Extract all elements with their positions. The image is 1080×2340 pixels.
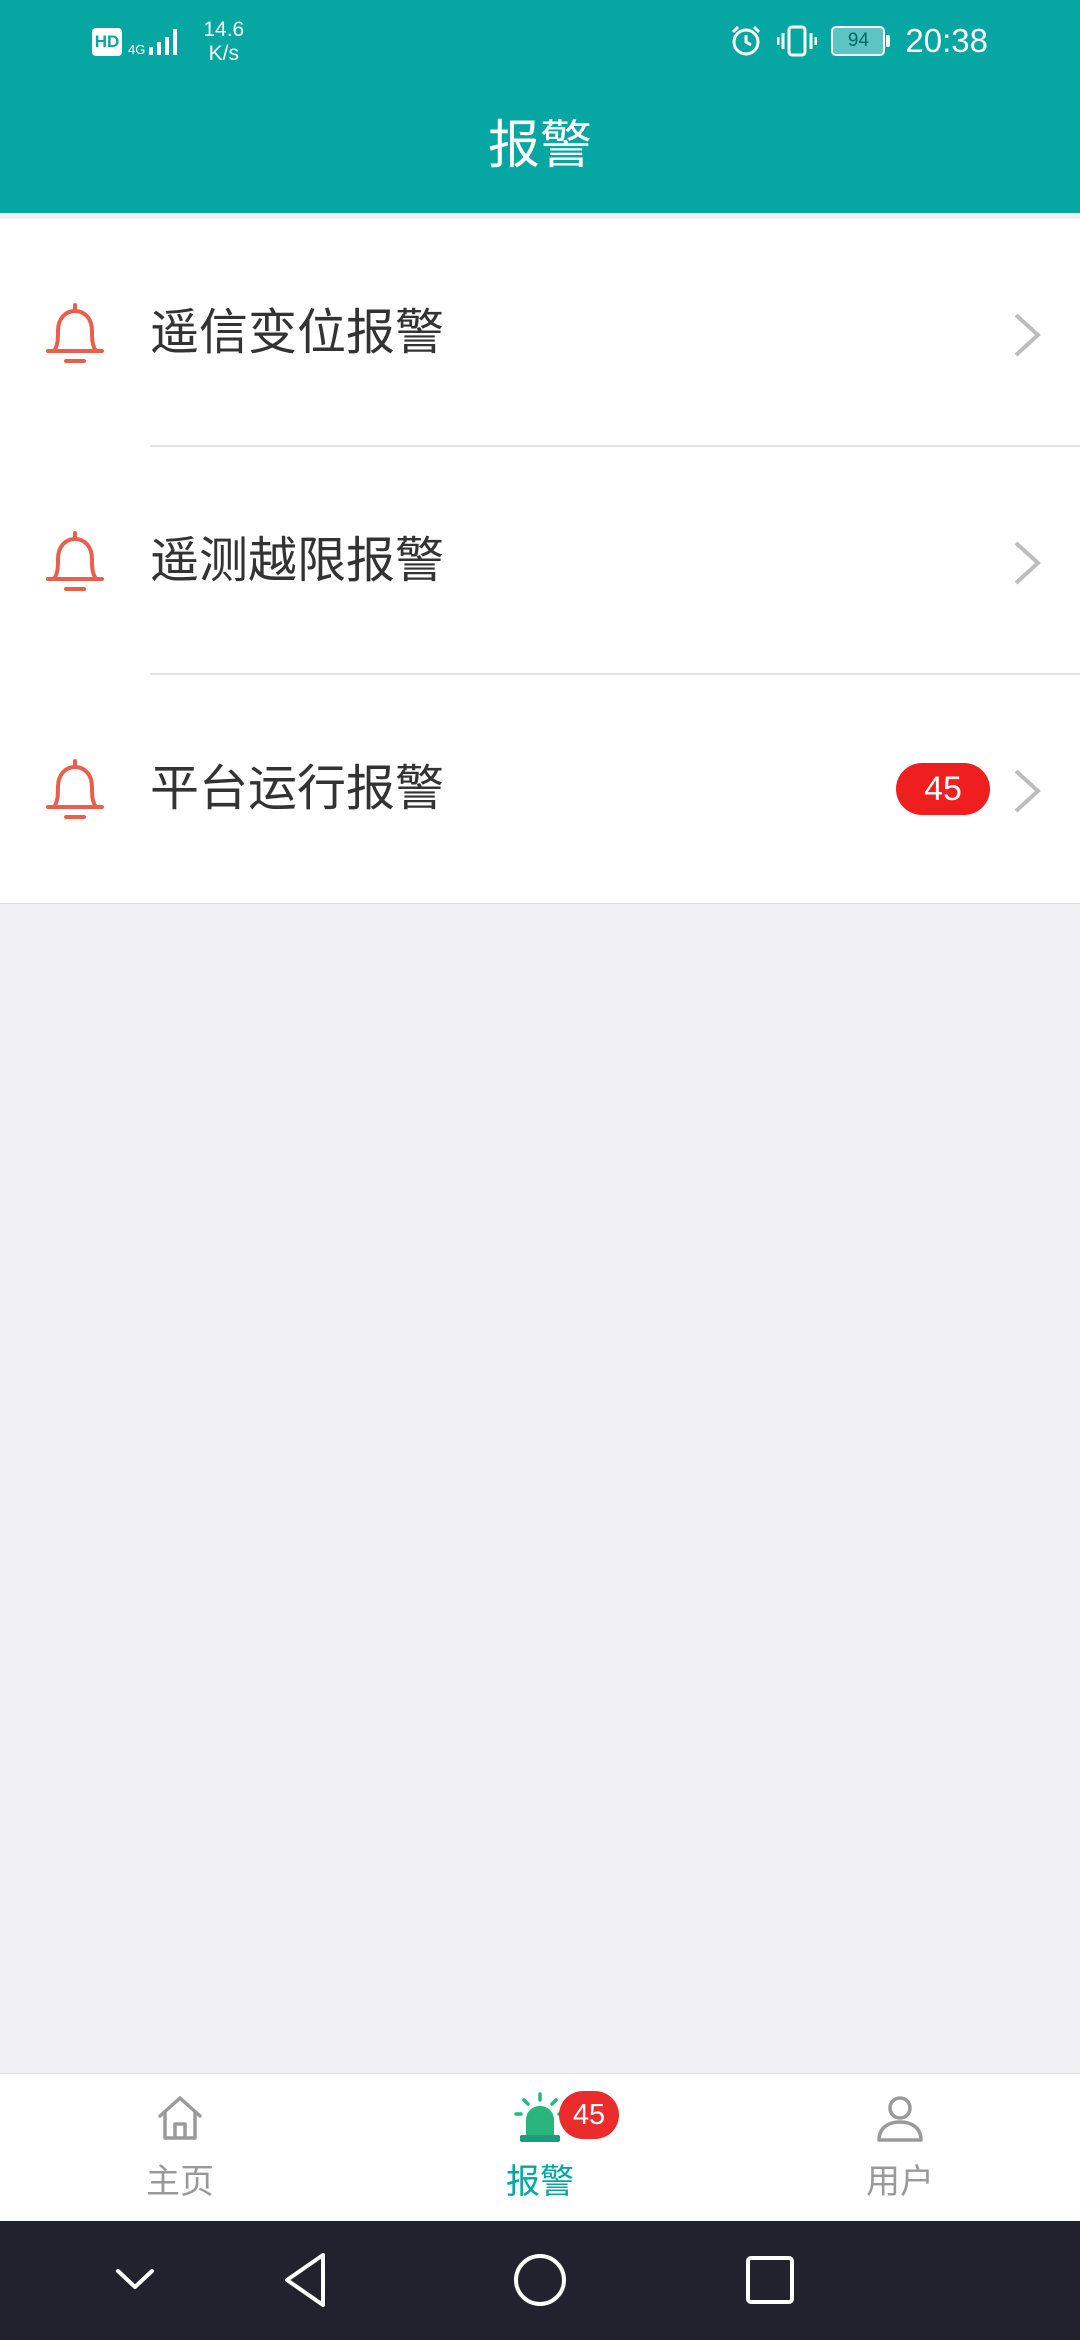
alarm-item-label: 平台运行报警 [150, 760, 445, 817]
vibrate-icon [777, 25, 818, 57]
user-icon [877, 2096, 923, 2142]
chevron-right-icon [1014, 769, 1041, 813]
recents-icon[interactable] [737, 2247, 803, 2313]
back-icon[interactable] [275, 2247, 341, 2313]
alarm-clock-icon [732, 25, 761, 56]
home-icon [158, 2096, 202, 2140]
chevron-right-icon [1014, 313, 1041, 357]
tab-alarm[interactable]: 报警 [360, 2074, 720, 2222]
system-nav-bar [0, 2221, 1080, 2340]
tab-label: 主页 [146, 2162, 214, 2202]
speed-value: 14.6 [203, 18, 245, 41]
page-title: 报警 [487, 116, 592, 176]
signal-icon [149, 29, 178, 55]
app-header: HD 4G 14.6 K/s 94 20:38 报警 [0, 0, 1080, 213]
status-bar-left: HD 4G 14.6 K/s [92, 18, 244, 66]
bell-icon [46, 759, 104, 819]
unread-count-badge: 45 [896, 763, 990, 815]
status-time: 20:38 [905, 22, 988, 59]
tab-label: 报警 [506, 2162, 574, 2202]
bell-icon [46, 531, 104, 591]
status-bar-right: 94 20:38 [729, 22, 988, 60]
alarm-item-remote-signal[interactable]: 遥信变位报警 [0, 219, 1080, 447]
network-type: 4G [128, 42, 146, 57]
tab-alarm-badge: 45 [559, 2091, 619, 2139]
tab-user[interactable]: 用户 [720, 2074, 1080, 2222]
alarm-item-telemetry-limit[interactable]: 遥测越限报警 [0, 447, 1080, 675]
chevron-down-icon[interactable] [102, 2247, 168, 2313]
network-speed: 14.6 K/s [203, 18, 244, 66]
alarm-item-label: 遥测越限报警 [150, 532, 445, 589]
alarm-item-label: 遥信变位报警 [150, 304, 445, 361]
bell-icon [46, 303, 104, 363]
tab-label: 用户 [866, 2162, 934, 2202]
alarm-list: 遥信变位报警 遥测越限报警 平台运行报警 45 [0, 219, 1080, 904]
signal-indicator: 4G [128, 27, 183, 57]
speed-unit: K/s [208, 42, 239, 65]
chevron-right-icon [1014, 541, 1041, 585]
hd-indicator: HD [92, 28, 122, 56]
alarm-item-platform-run[interactable]: 平台运行报警 45 [0, 675, 1080, 903]
tab-home[interactable]: 主页 [0, 2074, 360, 2222]
battery-indicator: 94 [831, 26, 891, 56]
bottom-tab-bar: 主页 报警 用户 45 [0, 2073, 1080, 2222]
home-circle-icon[interactable] [507, 2247, 573, 2313]
